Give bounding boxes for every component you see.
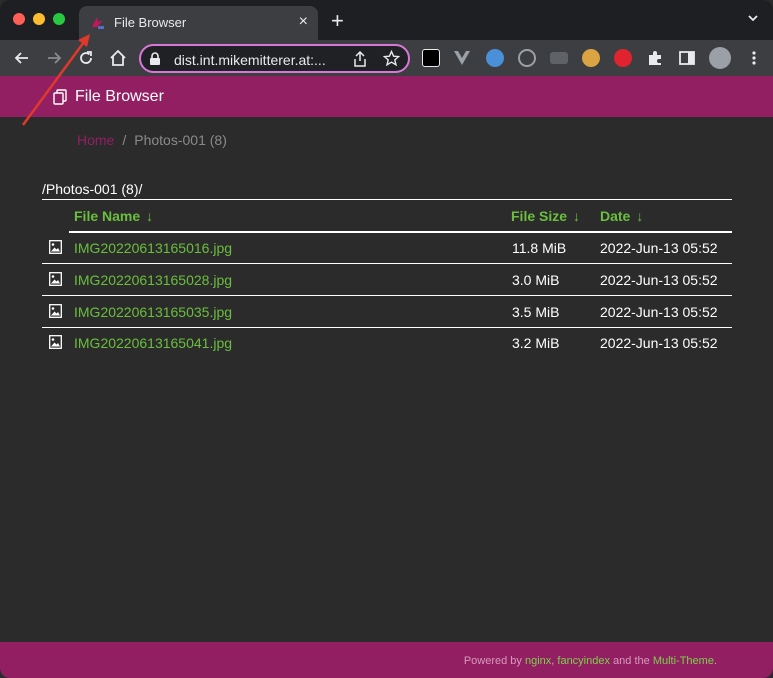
column-size-label: File Size — [511, 208, 568, 224]
file-name-link[interactable]: IMG20220613165016.jpg — [74, 240, 232, 256]
column-name-label: File Name — [74, 208, 141, 224]
file-name-link[interactable]: IMG20220613165028.jpg — [74, 272, 232, 288]
reload-icon[interactable] — [76, 48, 96, 68]
footer-comma: , — [551, 655, 555, 667]
browser-window: File Browser × + dist.int.mikemitterer.a… — [0, 0, 773, 678]
address-bar[interactable]: dist.int.mikemitterer.at:... — [139, 44, 410, 73]
directory-path: /Photos-001 (8)/ — [42, 181, 143, 197]
sort-arrow-icon: ↓ — [146, 208, 154, 224]
image-file-icon — [49, 272, 62, 286]
back-arrow-icon[interactable] — [12, 48, 32, 68]
footer-nginx-link[interactable]: nginx — [525, 655, 551, 667]
cookie-extension-icon[interactable] — [582, 49, 600, 67]
vue-devtools-extension-icon[interactable] — [453, 49, 471, 67]
column-date-label: Date — [600, 208, 631, 224]
globe-extension-icon[interactable] — [486, 49, 504, 67]
page-footer: Powered by nginx, fancyindex and the Mul… — [0, 642, 773, 678]
column-header-name[interactable]: File Name ↓ — [74, 208, 153, 224]
table-row: IMG20220613165035.jpg 3.5 MiB 2022-Jun-1… — [42, 296, 732, 328]
page-header: File Browser — [0, 76, 773, 117]
table-row: IMG20220613165016.jpg 11.8 MiB 2022-Jun-… — [42, 232, 732, 264]
sort-arrow-icon: ↓ — [636, 208, 644, 224]
image-file-icon — [49, 335, 62, 349]
table-header: File Name ↓ File Size ↓ Date ↓ — [42, 200, 732, 233]
lock-icon[interactable] — [149, 52, 161, 66]
footer-fancyindex-link[interactable]: fancyindex — [557, 655, 610, 667]
jetbrains-extension-icon[interactable] — [422, 49, 440, 67]
file-date: 2022-Jun-13 05:52 — [600, 335, 718, 351]
browser-toolbar: dist.int.mikemitterer.at:... — [0, 40, 773, 76]
column-header-size[interactable]: File Size ↓ — [511, 208, 580, 224]
bookmark-star-icon[interactable] — [383, 50, 400, 67]
minimize-window-button[interactable] — [33, 13, 45, 25]
site-favicon-icon — [92, 17, 104, 29]
footer-prefix: Powered by — [463, 655, 522, 667]
file-size: 3.0 MiB — [512, 272, 560, 288]
file-name-link[interactable]: IMG20220613165035.jpg — [74, 304, 232, 320]
new-tab-button[interactable]: + — [331, 10, 344, 32]
file-date: 2022-Jun-13 05:52 — [600, 304, 718, 320]
file-name-link[interactable]: IMG20220613165041.jpg — [74, 335, 232, 351]
forward-arrow-icon[interactable] — [44, 48, 64, 68]
tab-title: File Browser — [114, 15, 187, 30]
table-row: IMG20220613165041.jpg 3.2 MiB 2022-Jun-1… — [42, 327, 732, 359]
footer-credits: Powered by nginx, fancyindex and the Mul… — [464, 655, 717, 667]
side-panel-icon[interactable] — [678, 49, 696, 67]
extensions-puzzle-icon[interactable] — [646, 49, 664, 67]
target-extension-icon[interactable] — [518, 49, 536, 67]
url-text[interactable]: dist.int.mikemitterer.at:... — [174, 52, 326, 68]
column-header-date[interactable]: Date ↓ — [600, 208, 643, 224]
footer-suffix: . — [713, 655, 717, 667]
file-size: 11.8 MiB — [512, 240, 567, 256]
sort-arrow-icon: ↓ — [573, 208, 581, 224]
image-file-icon — [49, 304, 62, 318]
adblock-extension-icon[interactable] — [614, 49, 632, 67]
window-extension-icon[interactable] — [550, 52, 568, 64]
home-icon[interactable] — [108, 48, 128, 68]
breadcrumb-separator: / — [122, 132, 127, 148]
file-date: 2022-Jun-13 05:52 — [600, 272, 718, 288]
breadcrumb-current: Photos-001 (8) — [134, 132, 227, 148]
breadcrumb: Home / Photos-001 (8) — [77, 132, 227, 148]
file-size: 3.2 MiB — [512, 335, 560, 351]
file-date: 2022-Jun-13 05:52 — [600, 240, 718, 256]
file-size: 3.5 MiB — [512, 304, 560, 320]
copy-files-icon — [53, 89, 67, 105]
close-window-button[interactable] — [13, 13, 25, 25]
footer-mid: and the — [613, 655, 650, 667]
more-menu-icon[interactable] — [745, 49, 763, 67]
footer-multi-theme-link[interactable]: Multi-Theme — [653, 655, 714, 667]
tab-close-icon[interactable]: × — [299, 13, 308, 31]
share-icon[interactable] — [353, 51, 367, 67]
page-title: File Browser — [75, 88, 164, 105]
maximize-window-button[interactable] — [53, 13, 65, 25]
breadcrumb-home-link[interactable]: Home — [77, 132, 114, 148]
profile-avatar[interactable] — [709, 47, 731, 69]
tab-search-chevron-icon[interactable] — [747, 12, 759, 24]
tab-file-browser[interactable]: File Browser × — [79, 6, 318, 40]
table-row: IMG20220613165028.jpg 3.0 MiB 2022-Jun-1… — [42, 264, 732, 296]
image-file-icon — [49, 240, 62, 254]
tab-strip: File Browser × + — [0, 0, 773, 40]
